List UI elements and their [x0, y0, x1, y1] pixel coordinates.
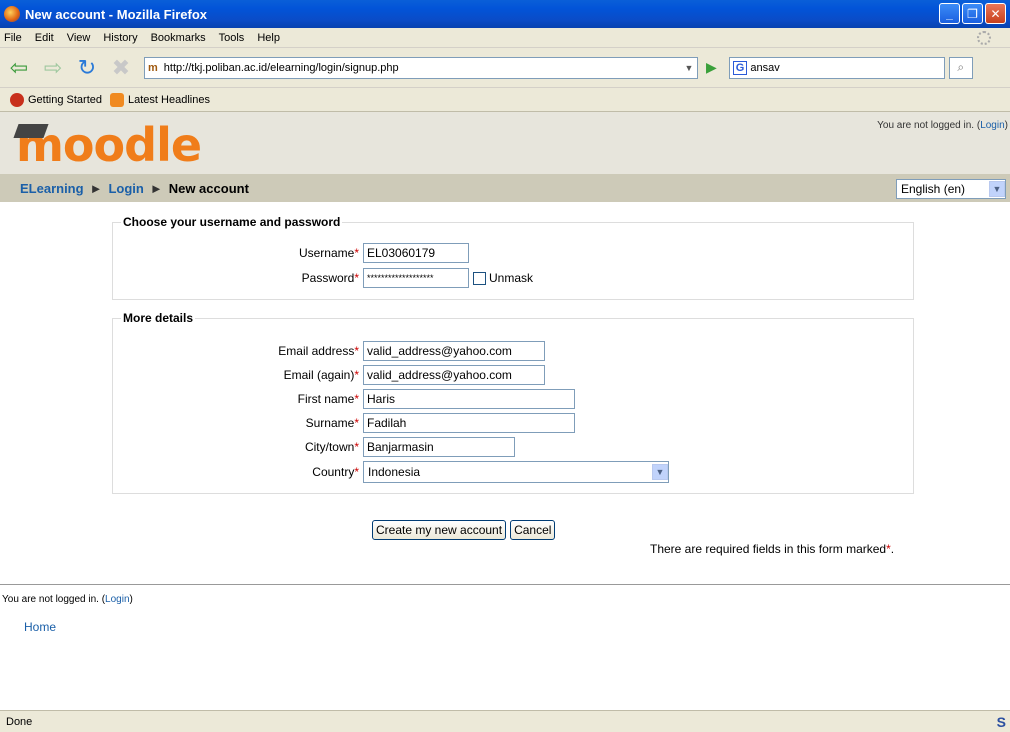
- url-dropdown-icon[interactable]: ▼: [681, 63, 697, 73]
- email-again-input[interactable]: valid_address@yahoo.com: [363, 365, 545, 385]
- city-input[interactable]: Banjarmasin: [363, 437, 515, 457]
- country-select[interactable]: Indonesia ▼: [363, 461, 669, 483]
- bookmark-latest-headlines[interactable]: Latest Headlines: [110, 92, 210, 107]
- firefox-icon: [4, 6, 20, 22]
- login-suffix: ): [129, 594, 133, 605]
- chevron-down-icon[interactable]: ▼: [989, 181, 1005, 197]
- status-bar: Done S: [0, 710, 1010, 732]
- login-prefix: You are not logged in. (: [877, 120, 981, 131]
- moodle-logo: moodle: [13, 118, 202, 172]
- url-bar[interactable]: m http://tkj.poliban.ac.id/elearning/log…: [144, 56, 698, 79]
- search-bar[interactable]: G ansav: [728, 56, 945, 79]
- breadcrumb-login-link[interactable]: Login: [108, 181, 143, 196]
- page-content: moodle You are not logged in. (Login) EL…: [0, 112, 1010, 710]
- graduation-cap-icon: [13, 124, 49, 138]
- country-row: Country* Indonesia ▼: [113, 461, 669, 483]
- menu-bookmarks[interactable]: Bookmarks: [151, 32, 206, 44]
- menu-tools[interactable]: Tools: [219, 32, 245, 44]
- back-button[interactable]: ⇦: [4, 54, 34, 82]
- login-suffix: ): [1004, 120, 1008, 131]
- menu-help[interactable]: Help: [257, 32, 280, 44]
- password-row: Password* ******************* Unmask: [113, 268, 533, 288]
- home-link[interactable]: Home: [24, 620, 56, 634]
- email-again-label: Email (again)*: [283, 368, 359, 382]
- cancel-button[interactable]: Cancel: [510, 520, 556, 540]
- surname-label: Surname*: [305, 416, 359, 430]
- section-legend: More details: [121, 311, 196, 325]
- form-buttons: Create my new account Cancel: [372, 520, 556, 540]
- getting-started-icon: [10, 92, 24, 107]
- menu-history[interactable]: History: [103, 32, 137, 44]
- username-row: Username* EL03060179: [113, 243, 469, 263]
- site-header: moodle You are not logged in. (Login): [0, 112, 1010, 174]
- first-name-input[interactable]: Haris: [363, 389, 575, 409]
- footer-divider: [0, 584, 1010, 585]
- window-controls: _ ❐ ✕: [939, 3, 1006, 24]
- username-password-section: Choose your username and password Userna…: [112, 215, 914, 300]
- unmask-checkbox[interactable]: [473, 271, 486, 285]
- rss-icon: [110, 92, 124, 107]
- password-label: Password*: [301, 271, 359, 285]
- footer-login-info: You are not logged in. (Login): [2, 594, 133, 605]
- city-label: City/town*: [304, 440, 359, 454]
- bookmark-label: Latest Headlines: [128, 93, 210, 106]
- language-select[interactable]: English (en) ▼: [896, 179, 1006, 199]
- close-button[interactable]: ✕: [985, 3, 1006, 24]
- window-title: New account - Mozilla Firefox: [25, 6, 208, 22]
- create-account-button[interactable]: Create my new account: [372, 520, 507, 540]
- search-engine-icon[interactable]: G: [732, 60, 748, 75]
- language-selected: English (en): [901, 182, 966, 196]
- login-prefix: You are not logged in. (: [2, 594, 106, 605]
- email-row: Email address* valid_address@yahoo.com: [113, 341, 545, 361]
- bookmark-getting-started[interactable]: Getting Started: [10, 92, 102, 107]
- email-label: Email address*: [278, 344, 359, 358]
- throbber-icon: [977, 31, 991, 45]
- country-selected: Indonesia: [368, 465, 421, 479]
- bookmark-label: Getting Started: [28, 93, 102, 106]
- surname-input[interactable]: Fadilah: [363, 413, 575, 433]
- site-favicon-icon: m: [148, 61, 158, 74]
- search-input[interactable]: ansav: [750, 62, 779, 74]
- required-fields-note: There are required fields in this form m…: [650, 542, 895, 556]
- breadcrumb-separator: ►: [89, 180, 103, 196]
- footer-login-link[interactable]: Login: [105, 594, 129, 605]
- menu-bar: File Edit View History Bookmarks Tools H…: [0, 28, 1010, 48]
- menu-view[interactable]: View: [67, 32, 91, 44]
- country-label: Country*: [312, 465, 359, 479]
- first-name-row: First name* Haris: [113, 389, 575, 409]
- maximize-button[interactable]: ❐: [962, 3, 983, 24]
- city-row: City/town* Banjarmasin: [113, 437, 515, 457]
- reload-button[interactable]: ↻: [72, 54, 102, 82]
- email-again-row: Email (again)* valid_address@yahoo.com: [113, 365, 545, 385]
- breadcrumb-site-link[interactable]: ELearning: [20, 181, 84, 196]
- forward-button[interactable]: ⇨: [38, 54, 68, 82]
- section-legend: Choose your username and password: [121, 215, 343, 229]
- breadcrumb: ELearning ► Login ► New account: [0, 174, 1010, 202]
- header-login-link[interactable]: Login: [980, 120, 1004, 131]
- stop-button[interactable]: ✖: [106, 54, 136, 82]
- header-login-info: You are not logged in. (Login): [877, 120, 1008, 131]
- search-go-icon[interactable]: ⌕: [948, 56, 973, 79]
- chevron-down-icon[interactable]: ▼: [652, 464, 668, 480]
- navigation-toolbar: ⇦ ⇨ ↻ ✖ ⌂ m http://tkj.poliban.ac.id/ele…: [0, 48, 1010, 577]
- email-input[interactable]: valid_address@yahoo.com: [363, 341, 545, 361]
- username-label: Username*: [298, 246, 359, 260]
- breadcrumb-separator: ►: [149, 180, 163, 196]
- url-text[interactable]: http://tkj.poliban.ac.id/elearning/login…: [164, 62, 399, 74]
- first-name-label: First name*: [297, 392, 359, 406]
- status-addon-icon[interactable]: S: [997, 714, 1006, 730]
- breadcrumb-current: New account: [168, 180, 249, 196]
- more-details-section: More details Email address* valid_addres…: [112, 311, 914, 494]
- password-input[interactable]: *******************: [363, 268, 469, 288]
- username-input[interactable]: EL03060179: [363, 243, 469, 263]
- menu-file[interactable]: File: [4, 32, 22, 44]
- minimize-button[interactable]: _: [939, 3, 960, 24]
- surname-row: Surname* Fadilah: [113, 413, 575, 433]
- unmask-label: Unmask: [489, 271, 534, 285]
- status-text: Done: [6, 715, 33, 728]
- window-title-bar: New account - Mozilla Firefox _ ❐ ✕: [0, 0, 1010, 28]
- menu-edit[interactable]: Edit: [35, 32, 54, 44]
- bookmarks-bar: Getting Started Latest Headlines: [0, 88, 1010, 112]
- go-icon[interactable]: ▶: [706, 59, 717, 76]
